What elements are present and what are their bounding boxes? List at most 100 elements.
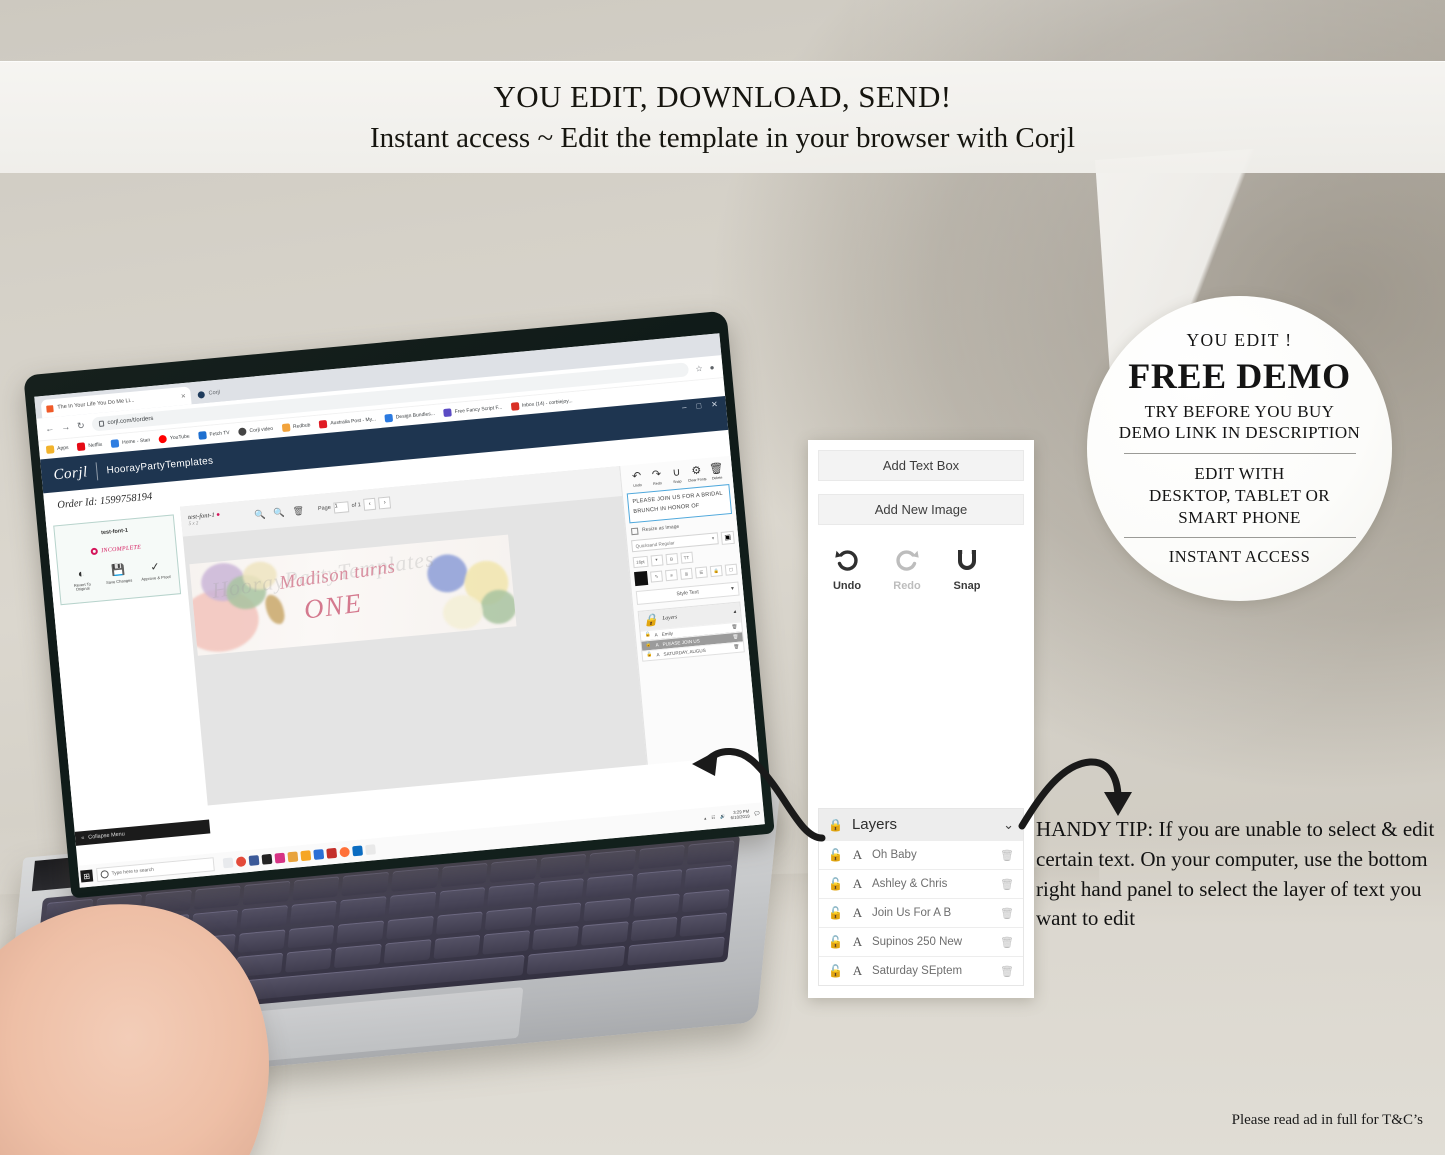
app-icon[interactable] bbox=[287, 851, 299, 863]
forward-icon[interactable]: → bbox=[61, 422, 71, 433]
app-icon[interactable] bbox=[261, 853, 273, 865]
font-size-stepper[interactable]: ▾ bbox=[650, 554, 664, 567]
unlock-icon[interactable]: 🔓 bbox=[828, 906, 843, 920]
page-input[interactable]: 1 bbox=[333, 500, 350, 514]
folder-icon[interactable] bbox=[300, 850, 312, 862]
bookmark-item[interactable]: Netflix bbox=[77, 441, 103, 452]
text-color-swatch[interactable] bbox=[633, 570, 649, 586]
layer-order-button[interactable]: ☰ bbox=[694, 566, 708, 579]
clear-fonts-button[interactable]: ⚙ Clear Fonts bbox=[687, 465, 707, 483]
revert-button[interactable]: ◐ Revert To Original bbox=[66, 567, 98, 593]
explorer-icon[interactable] bbox=[222, 857, 234, 869]
save-button[interactable]: 💾 Save Changes bbox=[103, 563, 135, 589]
layer-row[interactable]: 🔓 A Saturday SEptem 🗑 bbox=[819, 956, 1023, 985]
bookmark-item[interactable]: Home - Stan bbox=[110, 436, 151, 448]
approve-button[interactable]: ✓ Approve & Proof bbox=[140, 560, 172, 586]
redo-button[interactable]: Redo bbox=[886, 548, 928, 592]
bookmark-item[interactable]: Free Fancy Script F... bbox=[443, 404, 502, 418]
order-thumbnail-card[interactable]: test-font-1 INCOMPLETE ◐ Revert To Origin… bbox=[53, 514, 182, 606]
back-icon[interactable]: ← bbox=[45, 423, 55, 434]
maximize-icon[interactable]: □ bbox=[696, 401, 702, 410]
layer-row[interactable]: 🔓 A Ashley & Chris 🗑 bbox=[819, 869, 1023, 898]
snap-button[interactable]: ∪ Snap bbox=[667, 466, 687, 485]
layer-row[interactable]: 🔓 A Oh Baby 🗑 bbox=[819, 840, 1023, 869]
italic-button[interactable]: TT bbox=[679, 551, 693, 564]
trash-icon[interactable]: 🗑 bbox=[292, 505, 304, 517]
profile-avatar[interactable]: ● bbox=[709, 362, 715, 371]
unlock-icon[interactable]: 🔓 bbox=[828, 935, 843, 949]
bookmark-item[interactable]: Redbub bbox=[281, 421, 311, 433]
trash-icon[interactable]: 🗑 bbox=[1000, 849, 1014, 862]
delete-button[interactable]: 🗑 Delete bbox=[706, 462, 726, 481]
bold-button[interactable]: B bbox=[664, 552, 678, 565]
prev-page-button[interactable]: ‹ bbox=[363, 497, 377, 511]
app-icon[interactable] bbox=[365, 844, 376, 856]
windows-start-icon[interactable]: ⊞ bbox=[80, 869, 94, 883]
next-page-button[interactable]: › bbox=[378, 496, 392, 510]
acrobat-icon[interactable] bbox=[326, 847, 338, 859]
align-button[interactable]: ≣ bbox=[679, 567, 693, 580]
trash-icon[interactable]: 🗑 bbox=[732, 634, 738, 641]
lock-icon[interactable]: 🔓 bbox=[645, 632, 651, 639]
chrome-icon[interactable] bbox=[235, 856, 247, 868]
line-height-button[interactable]: ≡ bbox=[664, 569, 678, 582]
firefox-icon[interactable] bbox=[339, 846, 351, 858]
bookmark-item[interactable]: Inbox (14) - corbiejoy... bbox=[510, 397, 573, 411]
bookmark-item[interactable]: Corjl video bbox=[238, 425, 273, 437]
trash-icon[interactable]: 🗑 bbox=[1000, 907, 1014, 920]
duplicate-button[interactable]: ☐ bbox=[724, 563, 738, 576]
redo-button[interactable]: ↷ Redo bbox=[647, 468, 667, 487]
lock-button[interactable]: 🔒 bbox=[709, 565, 723, 578]
app-icon[interactable] bbox=[313, 849, 325, 860]
bookmark-item[interactable]: Apps bbox=[45, 444, 69, 454]
trash-icon[interactable]: 🗑 bbox=[1000, 936, 1014, 949]
trash-icon[interactable]: 🗑 bbox=[1000, 878, 1014, 891]
design-text-line2[interactable]: ONE bbox=[302, 587, 364, 625]
bookmark-item[interactable]: Australia Post - My... bbox=[319, 415, 376, 429]
windows-search-input[interactable]: Type here to search bbox=[96, 857, 215, 883]
add-new-image-button[interactable]: Add New Image bbox=[818, 494, 1024, 525]
style-text-accordion[interactable]: Style Text ▾ bbox=[635, 581, 740, 605]
add-text-box-button[interactable]: Add Text Box bbox=[818, 450, 1024, 481]
corjl-logo[interactable]: Corjl bbox=[53, 464, 89, 484]
app-icon[interactable] bbox=[274, 852, 286, 864]
layer-row[interactable]: 🔓 A Supinos 250 New 🗑 bbox=[819, 927, 1023, 956]
panel-spacer bbox=[818, 592, 1024, 808]
trash-icon[interactable]: 🗑 bbox=[1000, 965, 1014, 978]
undo-button[interactable]: ↶ Undo bbox=[627, 470, 647, 489]
app-icon[interactable] bbox=[352, 845, 364, 857]
laptop-lid: The In Your Life You Do Me Li... ✕ Corjl… bbox=[23, 310, 775, 899]
unlock-icon[interactable]: 🔓 bbox=[828, 877, 843, 891]
reload-icon[interactable]: ↻ bbox=[77, 420, 86, 432]
font-picker-button[interactable]: ▣ bbox=[720, 530, 735, 545]
facebook-icon[interactable] bbox=[248, 855, 260, 866]
laptop-screen: The In Your Life You Do Me Li... ✕ Corjl… bbox=[34, 333, 765, 888]
lock-icon[interactable]: 🔓 bbox=[646, 642, 652, 649]
lock-icon[interactable]: 🔓 bbox=[646, 652, 652, 659]
trash-icon[interactable]: 🗑 bbox=[731, 624, 737, 631]
font-size-select[interactable]: 16pt bbox=[632, 555, 649, 568]
chevron-down-icon[interactable]: ⌄ bbox=[1003, 817, 1014, 833]
design-canvas[interactable]: HoorayPartyTemplates Madison turns ONE bbox=[189, 534, 517, 656]
zoom-in-icon[interactable]: 🔍 bbox=[254, 508, 266, 520]
unlock-icon[interactable]: 🔓 bbox=[828, 964, 843, 978]
trash-icon[interactable]: 🗑 bbox=[733, 644, 739, 651]
undo-button[interactable]: Undo bbox=[826, 548, 868, 592]
bookmark-star-icon[interactable]: ☆ bbox=[695, 363, 703, 373]
layer-row[interactable]: 🔓 A Join Us For A B 🗑 bbox=[819, 898, 1023, 927]
collapse-menu-button[interactable]: « Collapse Menu bbox=[74, 819, 211, 846]
minimize-icon[interactable]: – bbox=[682, 403, 687, 412]
tab-favicon-icon bbox=[197, 390, 206, 399]
close-icon[interactable]: ✕ bbox=[180, 392, 187, 399]
bookmark-item[interactable]: Fetch TV bbox=[198, 429, 230, 440]
tab-title: Corjl bbox=[208, 389, 221, 397]
layers-panel-header[interactable]: 🔒 Layers ⌄ bbox=[819, 809, 1023, 840]
snap-button[interactable]: Snap bbox=[946, 548, 988, 592]
close-icon[interactable]: ✕ bbox=[711, 400, 719, 410]
bookmark-item[interactable]: Design Bundles... bbox=[384, 410, 436, 423]
eyedropper-button[interactable]: ✎ bbox=[650, 570, 664, 583]
undo-icon: ↶ bbox=[631, 470, 642, 483]
zoom-out-icon[interactable]: 🔍 bbox=[273, 507, 285, 519]
window-controls[interactable]: – □ ✕ bbox=[682, 400, 719, 412]
bookmark-item[interactable]: YouTube bbox=[158, 433, 190, 444]
